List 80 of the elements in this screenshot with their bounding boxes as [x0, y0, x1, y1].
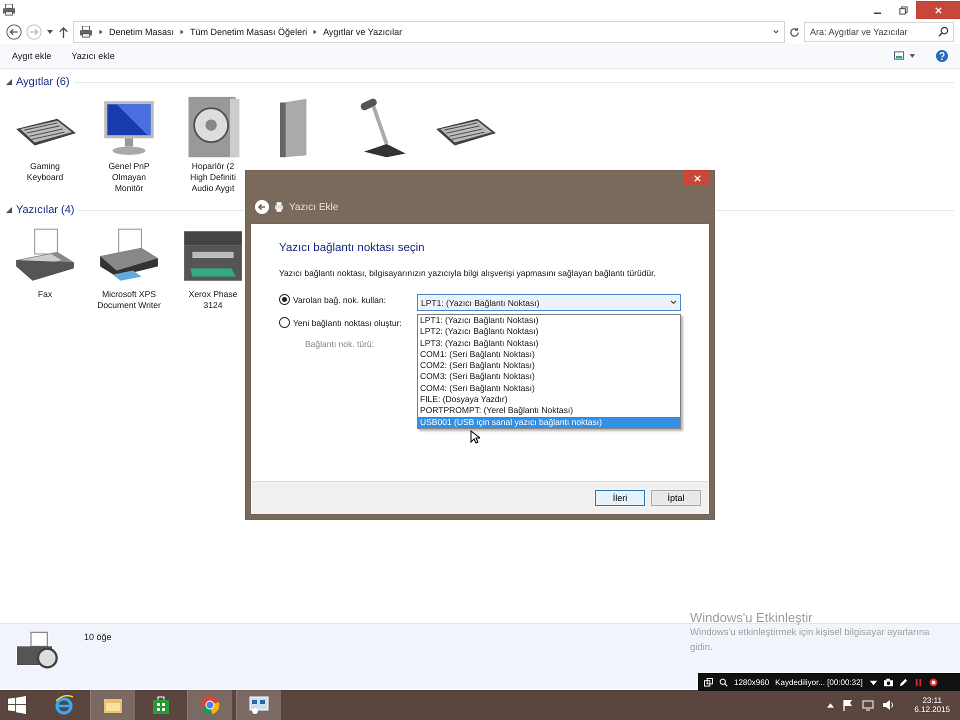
refresh-icon[interactable] — [789, 26, 800, 38]
mouse-cursor-icon — [470, 430, 480, 444]
view-options-icon[interactable] — [894, 51, 916, 61]
close-button[interactable] — [684, 170, 710, 186]
browser-e-icon — [54, 695, 74, 715]
dropdown-option[interactable]: PORTPROMPT: (Yerel Bağlantı Noktası) — [418, 405, 680, 417]
chrome-like-icon — [200, 695, 220, 715]
port-type-label: Bağlantı nok. türü: — [304, 339, 375, 349]
dropdown-option[interactable]: FILE: (Dosyaya Yazdır) — [418, 394, 680, 406]
device-label[interactable]: Genel PnP Olmayan Monitör — [108, 161, 150, 194]
activation-text: Windows'u etkinleştirmek için kişisel bilgisayar ayarlarına gidin. — [690, 626, 930, 655]
radio-option[interactable]: Varolan bağ. nok. kullan: — [279, 294, 409, 305]
device-label[interactable]: Fax — [38, 289, 52, 300]
chevron-down-icon[interactable] — [773, 29, 779, 35]
shopping-bag-icon — [151, 695, 171, 715]
port-dropdown[interactable]: LPT1: (Yazıcı Bağlantı Noktası) — [417, 294, 681, 311]
breadcrumb[interactable]: Denetim Masası — [109, 27, 174, 37]
toolbar-button[interactable]: Yazıcı ekle — [71, 51, 115, 61]
collapse-icon[interactable] — [6, 207, 12, 213]
dropdown-option[interactable]: LPT2: (Yazıcı Bağlantı Noktası) — [418, 326, 680, 338]
taskbar-button[interactable] — [90, 690, 135, 720]
restore-icon[interactable] — [898, 6, 908, 14]
chevron-icon — [312, 29, 318, 35]
search-icon — [938, 26, 949, 37]
network-icon[interactable] — [862, 699, 874, 711]
dropdown-icon[interactable] — [46, 28, 54, 36]
chevron-icon — [98, 29, 104, 35]
volume-icon[interactable] — [882, 699, 894, 711]
chevron-icon — [179, 29, 186, 35]
search-icon[interactable] — [719, 678, 728, 686]
breadcrumb[interactable]: Tüm Denetim Masası Öğeleri — [190, 27, 308, 37]
dropdown-icon[interactable] — [868, 678, 878, 686]
radio-option[interactable]: Yeni bağlantı noktası oluştur: — [279, 317, 409, 328]
dropdown-option[interactable]: COM1: (Seri Bağlantı Noktası) — [418, 348, 680, 360]
dropdown-option[interactable]: LPT1: (Yazıcı Bağlantı Noktası) — [418, 315, 680, 326]
pencil-icon[interactable] — [898, 678, 908, 686]
flag-icon[interactable] — [842, 699, 854, 711]
device-label[interactable]: Hoparlör (2 High Definiti Audio Aygıt — [190, 161, 236, 194]
clock-time[interactable]: 23:11 — [922, 696, 942, 705]
tray-caret-icon[interactable] — [827, 702, 834, 708]
dialog-button[interactable]: İptal — [651, 490, 701, 506]
window-mode-icon[interactable] — [704, 678, 713, 686]
recording-status: Kaydediliyor... [00:00:32] — [775, 678, 863, 686]
address-field[interactable]: Denetim Masası Tüm Denetim Masası Öğeleri Aygıtlar ve Yazıcılar — [73, 21, 785, 43]
clock-date[interactable]: 6.12.2015 — [914, 705, 950, 714]
close-icon — [934, 6, 942, 14]
recording-resolution: 1280x960 — [734, 678, 770, 686]
taskbar-button[interactable] — [236, 690, 281, 720]
dialog-title: Yazıcı Ekle — [289, 202, 338, 212]
dropdown-option[interactable]: COM3: (Seri Bağlantı Noktası) — [418, 371, 680, 383]
printer-icon — [275, 202, 283, 212]
item-count: 10 öğe — [84, 632, 112, 642]
close-icon — [692, 174, 702, 182]
stop-icon[interactable] — [928, 678, 938, 686]
camera-icon[interactable] — [884, 678, 893, 686]
group-header[interactable]: Yazıcılar (4) — [16, 204, 74, 216]
dialog-button[interactable]: İleri — [595, 490, 645, 506]
search-field[interactable]: Ara: Aygıtlar ve Yazıcılar — [804, 22, 954, 42]
dialog-heading: Yazıcı bağlantı noktası seçin — [279, 242, 426, 254]
dropdown-option[interactable]: LPT3: (Yazıcı Bağlantı Noktası) — [418, 338, 680, 349]
activation-title: Windows'u Etkinleştir — [690, 610, 814, 625]
pause-icon[interactable] — [914, 678, 923, 686]
device-label[interactable]: Xerox Phase 3124 — [188, 289, 238, 311]
toolbar-button[interactable]: Aygıt ekle — [12, 51, 52, 61]
back-icon[interactable] — [255, 200, 269, 214]
dialog-description: Yazıcı bağlantı noktası, bilgisayarınızın yazıcıyla bilgi alışverişi yapmasını sağlayan bağlantı türüdür. — [279, 268, 657, 278]
dropdown-option[interactable]: COM4: (Seri Bağlantı Noktası) — [418, 382, 680, 394]
breadcrumb[interactable]: Aygıtlar ve Yazıcılar — [323, 27, 402, 37]
help-icon[interactable] — [936, 50, 948, 62]
chevron-down-icon — [670, 300, 677, 305]
back-icon[interactable] — [6, 24, 22, 40]
up-arrow-icon[interactable] — [58, 26, 69, 38]
printer-icon — [79, 26, 93, 38]
group-header[interactable]: Aygıtlar (6) — [16, 76, 70, 88]
device-label[interactable]: Microsoft XPS Document Writer — [97, 289, 161, 311]
device-label[interactable]: Gaming Keyboard — [26, 161, 64, 183]
dropdown-option[interactable]: COM2: (Seri Bağlantı Noktası) — [418, 360, 680, 372]
collapse-icon[interactable] — [6, 79, 12, 85]
windows-start-icon[interactable] — [8, 696, 26, 714]
devices-icon — [249, 695, 269, 715]
